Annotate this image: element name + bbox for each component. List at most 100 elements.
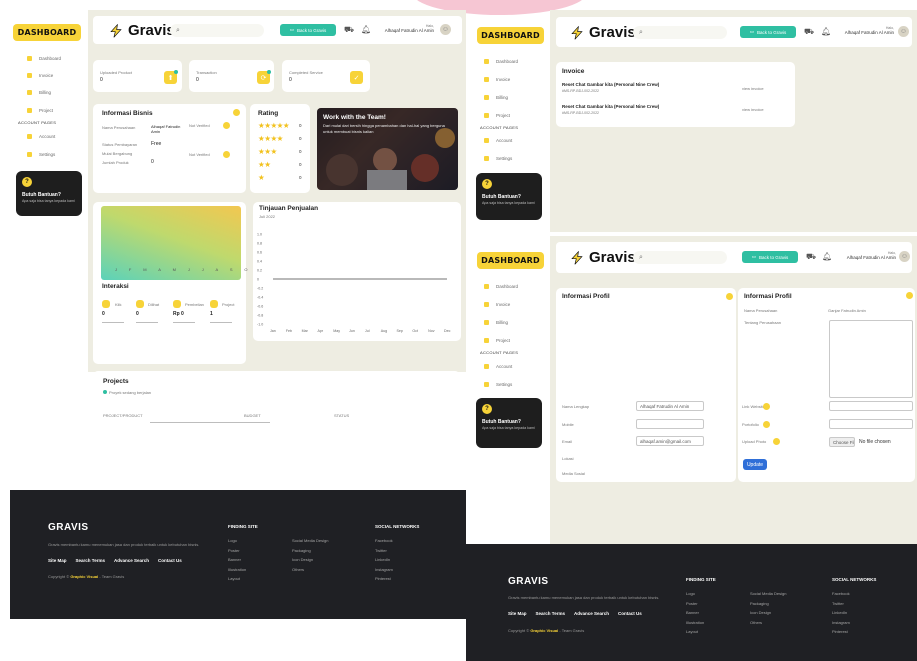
- view-invoice-link[interactable]: view invoice: [742, 86, 764, 91]
- footer-link-contact[interactable]: Contact Us: [158, 558, 182, 563]
- footer-link-search-terms[interactable]: Search Terms: [536, 611, 565, 616]
- choose-file-button[interactable]: Choose File: [829, 437, 855, 447]
- footer-link-advance-search[interactable]: Advance Search: [114, 558, 149, 563]
- footer-link[interactable]: Poster: [686, 599, 704, 609]
- avatar[interactable]: ☺: [899, 251, 910, 262]
- footer-link-contact[interactable]: Contact Us: [618, 611, 642, 616]
- footer-link[interactable]: Social Media Design: [292, 536, 328, 546]
- sidebar-item-billing[interactable]: Billing: [27, 90, 51, 95]
- team-promo-card[interactable]: Work with the Team! Dari mulai dari bers…: [317, 108, 458, 190]
- back-to-gravis-button[interactable]: ▭ Back to Gravis: [280, 24, 336, 36]
- update-button[interactable]: Update: [743, 459, 767, 470]
- brand-logo[interactable]: Gravis: [570, 24, 636, 41]
- footer-link[interactable]: Twitter: [832, 599, 850, 609]
- footer-link[interactable]: Facebook: [375, 536, 393, 546]
- footer-link[interactable]: Layout: [686, 627, 704, 637]
- cart-icon[interactable]: ⛟: [804, 27, 814, 37]
- sidebar-item-dashboard[interactable]: Dashboard: [484, 284, 518, 289]
- footer-link[interactable]: Facebook: [832, 589, 850, 599]
- footer-link[interactable]: Packaging: [750, 599, 786, 609]
- footer-link-advance-search[interactable]: Advance Search: [574, 611, 609, 616]
- footer-link[interactable]: Layout: [228, 574, 246, 584]
- footer-link[interactable]: Others: [750, 618, 786, 628]
- back-to-gravis-button[interactable]: ▭ Back to Gravis: [740, 26, 796, 38]
- copyright-brand[interactable]: Graphic Visual: [70, 574, 98, 579]
- view-invoice-link[interactable]: view invoice: [742, 107, 764, 112]
- footer-link[interactable]: Others: [292, 565, 328, 575]
- footer-logo[interactable]: GRAVIS: [508, 576, 549, 587]
- sidebar-item-billing[interactable]: Billing: [484, 95, 508, 100]
- edit-icon[interactable]: [726, 293, 733, 300]
- sidebar-item-invoice[interactable]: Invoice: [27, 73, 53, 78]
- footer-link[interactable]: Pinterest: [832, 627, 850, 637]
- footer-link[interactable]: Social Media Design: [750, 589, 786, 599]
- email-input[interactable]: alhaqaf.amin@gmail.com: [636, 436, 704, 446]
- footer-link[interactable]: Icon Design: [750, 608, 786, 618]
- footer-link[interactable]: LinkedIn: [375, 555, 393, 565]
- user-name[interactable]: Halo, Alhaqaf Fatrudin Al Amin: [836, 251, 896, 260]
- footer-link[interactable]: Instagram: [375, 565, 393, 575]
- portfolio-input[interactable]: [829, 419, 913, 429]
- sidebar-logo[interactable]: DASHBOARD: [477, 27, 544, 44]
- search-input[interactable]: ⌕: [170, 24, 264, 37]
- sidebar-item-dashboard[interactable]: Dashboard: [27, 56, 61, 61]
- sidebar-item-invoice[interactable]: Invoice: [484, 302, 510, 307]
- footer-link[interactable]: Logo: [686, 589, 704, 599]
- info-icon[interactable]: [223, 122, 230, 129]
- sidebar-logo[interactable]: DASHBOARD: [13, 24, 81, 41]
- bell-icon[interactable]: 🔔︎: [821, 27, 831, 36]
- footer-link[interactable]: Packaging: [292, 546, 328, 556]
- cart-icon[interactable]: ⛟: [344, 25, 354, 35]
- bell-icon[interactable]: 🔔︎: [361, 25, 371, 34]
- footer-link[interactable]: Icon Design: [292, 555, 328, 565]
- avatar[interactable]: ☺: [440, 24, 451, 35]
- edit-icon[interactable]: [233, 109, 240, 116]
- sidebar-item-account[interactable]: Account: [27, 134, 55, 139]
- sidebar-item-settings[interactable]: Settings: [484, 156, 512, 161]
- footer-link[interactable]: Instagram: [832, 618, 850, 628]
- footer-link[interactable]: Poster: [228, 546, 246, 556]
- website-input[interactable]: [829, 401, 913, 411]
- fullname-input[interactable]: Alhaqaf Fatrudin Al Amin: [636, 401, 704, 411]
- mobile-input[interactable]: [636, 419, 704, 429]
- footer-link-sitemap[interactable]: Site Map: [48, 558, 67, 563]
- copyright-brand[interactable]: Graphic Visual: [530, 628, 558, 633]
- sidebar-item-settings[interactable]: Settings: [484, 382, 512, 387]
- footer-link-sitemap[interactable]: Site Map: [508, 611, 527, 616]
- sidebar-item-settings[interactable]: Settings: [27, 152, 55, 157]
- edit-icon[interactable]: [906, 292, 913, 299]
- sidebar-item-project[interactable]: Project: [27, 108, 53, 113]
- sidebar-item-billing[interactable]: Billing: [484, 320, 508, 325]
- footer-link[interactable]: Pinterest: [375, 574, 393, 584]
- search-input[interactable]: ⌕: [633, 26, 727, 39]
- sidebar-item-account[interactable]: Account: [484, 364, 512, 369]
- user-name[interactable]: Halo, Alhaqaf Fatrudin Al Amin: [836, 26, 894, 35]
- footer-link[interactable]: Banner: [686, 608, 704, 618]
- avatar[interactable]: ☺: [898, 26, 909, 37]
- search-input[interactable]: ⌕: [633, 251, 727, 264]
- brand-logo[interactable]: Gravis: [109, 22, 175, 39]
- help-card[interactable]: ? Butuh Bantuan? Apa saja bisa tanya kep…: [476, 173, 542, 220]
- footer-link[interactable]: Banner: [228, 555, 246, 565]
- sidebar-item-invoice[interactable]: Invoice: [484, 77, 510, 82]
- sidebar-item-project[interactable]: Project: [484, 113, 510, 118]
- sidebar-logo[interactable]: DASHBOARD: [477, 252, 544, 269]
- company-about-textarea[interactable]: [829, 320, 913, 398]
- help-card[interactable]: ? Butuh Bantuan? Apa saja bisa tanya kep…: [476, 398, 542, 448]
- sidebar-item-account[interactable]: Account: [484, 138, 512, 143]
- footer-link[interactable]: Illustration: [228, 565, 246, 575]
- footer-link-search-terms[interactable]: Search Terms: [76, 558, 105, 563]
- cart-icon[interactable]: ⛟: [806, 252, 816, 262]
- footer-link[interactable]: LinkedIn: [832, 608, 850, 618]
- brand-logo[interactable]: Gravis: [570, 249, 636, 266]
- footer-logo[interactable]: GRAVIS: [48, 522, 89, 533]
- footer-link[interactable]: Twitter: [375, 546, 393, 556]
- help-card[interactable]: ? Butuh Bantuan? Apa saja bisa tanya kep…: [16, 171, 82, 216]
- footer-link[interactable]: Illustration: [686, 618, 704, 628]
- sidebar-item-dashboard[interactable]: Dashboard: [484, 59, 518, 64]
- info-icon[interactable]: [223, 151, 230, 158]
- footer-link[interactable]: Logo: [228, 536, 246, 546]
- sidebar-item-project[interactable]: Project: [484, 338, 510, 343]
- back-to-gravis-button[interactable]: ▭ Back to Gravis: [742, 251, 798, 263]
- user-name[interactable]: Halo, Alhaqaf Fatrudin Al Amin: [376, 24, 434, 33]
